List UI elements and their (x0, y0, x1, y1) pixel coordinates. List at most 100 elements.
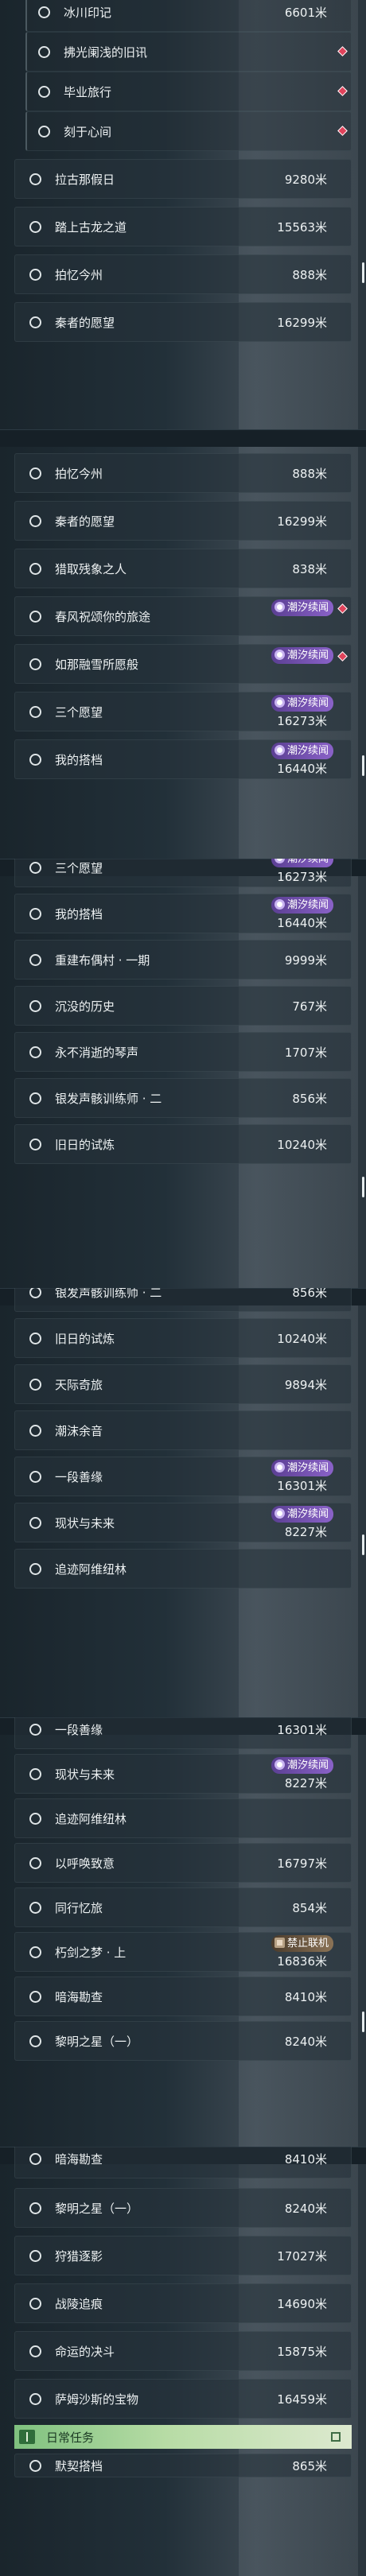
quest-row[interactable]: 旧日的试炼 10240米 (14, 1124, 352, 1164)
quest-status-ring-icon (29, 611, 41, 623)
quest-distance: 16440米 (277, 762, 327, 776)
quest-list-panel: 银发声骸训练师 · 二 856米旧日的试炼 10240米天际奇旅 9894米潮沫余音一… (0, 1288, 366, 1717)
event-badge: 潮汐续闻 (271, 1757, 333, 1774)
quest-distance: 16440米 (277, 916, 327, 930)
quest-row[interactable]: 黎明之星（一） 8240米 (14, 2188, 352, 2228)
quest-status-ring-icon (29, 1092, 41, 1104)
quest-row[interactable]: 天际奇旅 9894米 (14, 1364, 352, 1404)
quest-title: 狩猎逐影 (55, 2249, 103, 2264)
quest-row[interactable]: 现状与未来 8227米 潮汐续闻 (14, 1503, 352, 1542)
quest-row[interactable]: 暗海勘查 8410米 (14, 2147, 352, 2178)
quest-status-ring-icon (29, 2250, 41, 2262)
quest-status-ring-icon (29, 2153, 41, 2165)
quest-distance: 10240米 (277, 1332, 327, 1346)
quest-list-panel: 冰川印记 6601米 拂光阑浅的旧讯 毕业旅行 刻于心间 拉古那假日 9280米 踏上古龙之道… (0, 0, 366, 429)
quest-row[interactable]: 踏上古龙之道 15563米 (14, 207, 352, 246)
quest-distance: 16836米 (277, 1954, 327, 1969)
quest-status-ring-icon (29, 1046, 41, 1058)
scrollbar-thumb[interactable] (362, 262, 364, 283)
quest-title: 拉古那假日 (55, 173, 115, 187)
quest-title: 以呼唤致意 (55, 1856, 115, 1871)
quest-status-ring-icon (29, 1000, 41, 1012)
event-icon (274, 1759, 285, 1770)
quest-row[interactable]: 秦者的愿望 16299米 (14, 501, 352, 541)
quest-status-ring-icon (29, 658, 41, 670)
quest-status-ring-icon (29, 1425, 41, 1437)
quest-row[interactable]: 春风祝颂你的旅途 潮汐续闻 (14, 596, 352, 636)
scrollbar-thumb[interactable] (362, 1177, 364, 1197)
quest-row[interactable]: 追迹阿维纽林 (14, 1798, 352, 1838)
quest-row[interactable]: 暗海勘查 8410米 (14, 1977, 352, 2016)
quest-row[interactable]: 以呼唤致意 16797米 (14, 1843, 352, 1883)
quest-row[interactable]: 追迹阿维纽林 (14, 1549, 352, 1589)
quest-title: 天际奇旅 (55, 1378, 103, 1392)
quest-distance: 16299米 (277, 514, 327, 529)
quest-row[interactable]: 三个愿望 16273米 潮汐续闻 (14, 859, 352, 887)
quest-row[interactable]: 如那融雪所愿般 潮汐续闻 (14, 644, 352, 684)
quest-row[interactable]: 银发声骸训练师 · 二 856米 (14, 1078, 352, 1118)
quest-title: 踏上古龙之道 (55, 220, 127, 235)
quest-status-ring-icon (29, 1563, 41, 1575)
quest-distance: 767米 (292, 999, 327, 1014)
quest-row[interactable]: 一段善缘 16301米 潮汐续闻 (14, 1457, 352, 1496)
new-marker-icon (337, 86, 348, 96)
scrollbar-thumb[interactable] (362, 2012, 364, 2032)
quest-status-ring-icon (29, 1946, 41, 1958)
daily-quests-label: 日常任务 (46, 2431, 95, 2445)
event-badge: 潮汐续闻 (271, 897, 333, 914)
quest-row[interactable]: 同行忆旅 854米 (14, 1887, 352, 1927)
collapse-toggle-icon[interactable] (331, 2432, 341, 2442)
quest-status-ring-icon (38, 46, 50, 58)
quest-row[interactable]: 旧日的试炼 10240米 (14, 1318, 352, 1358)
quest-row[interactable]: 我的搭档 16440米 潮汐续闻 (14, 739, 352, 779)
quest-row[interactable]: 毕业旅行 (25, 72, 352, 111)
quest-status-ring-icon (29, 1139, 41, 1150)
quest-row[interactable]: 拍忆今州 888米 (14, 254, 352, 294)
quest-status-ring-icon (29, 1813, 41, 1825)
quest-row[interactable]: 萨姆沙斯的宝物 16459米 (14, 2379, 352, 2419)
quest-status-ring-icon (29, 1857, 41, 1869)
quest-status-ring-icon (29, 2460, 41, 2472)
quest-distance: 1707米 (284, 1046, 327, 1060)
quest-row[interactable]: 现状与未来 8227米 潮汐续闻 (14, 1754, 352, 1794)
quest-row[interactable]: 刻于心间 (25, 111, 352, 151)
quest-title: 秦者的愿望 (55, 514, 115, 529)
quest-row[interactable]: 战陵追痕 14690米 (14, 2283, 352, 2323)
quest-row[interactable]: 拉古那假日 9280米 (14, 159, 352, 199)
quest-row[interactable]: 猎取残象之人 838米 (14, 549, 352, 588)
quest-row[interactable]: 冰川印记 6601米 (25, 0, 352, 32)
quest-list-panel: 拍忆今州 888米秦者的愿望 16299米猎取残象之人 838米春风祝颂你的旅途 潮汐续… (0, 429, 366, 859)
quest-distance: 8240米 (284, 2035, 327, 2049)
new-marker-icon (337, 603, 348, 614)
badge-label: 潮汐续闻 (286, 650, 329, 661)
daily-quests-header[interactable]: 日常任务 (14, 2425, 352, 2449)
scrollbar-thumb[interactable] (362, 1534, 364, 1555)
quest-row[interactable]: 狩猎逐影 17027米 (14, 2236, 352, 2275)
quest-distance: 9894米 (284, 1378, 327, 1392)
quest-title: 猎取残象之人 (55, 562, 127, 576)
quest-row[interactable]: 命运的决斗 15875米 (14, 2331, 352, 2371)
quest-row[interactable]: 默契搭档 865米 (14, 2454, 352, 2477)
quest-status-ring-icon (38, 86, 50, 98)
quest-row[interactable]: 我的搭档 16440米 潮汐续闻 (14, 894, 352, 933)
event-icon (274, 697, 285, 708)
quest-distance: 838米 (292, 562, 327, 576)
quest-row[interactable]: 一段善缘 16301米 (14, 1717, 352, 1749)
quest-row[interactable]: 朽剑之梦 · 上 16836米 禁止联机 (14, 1932, 352, 1972)
quest-row[interactable]: 银发声骸训练师 · 二 856米 (14, 1288, 352, 1312)
quest-distance: 865米 (292, 2459, 327, 2473)
no-coop-badge: 禁止联机 (271, 1935, 333, 1952)
quest-row[interactable]: 永不消逝的琴声 1707米 (14, 1032, 352, 1072)
quest-row[interactable]: 重建布偶村 · 一期 9999米 (14, 940, 352, 980)
quest-row[interactable]: 潮沫余音 (14, 1410, 352, 1450)
quest-row[interactable]: 拂光阑浅的旧讯 (25, 32, 352, 72)
quest-row[interactable]: 沉没的历史 767米 (14, 986, 352, 1026)
quest-row[interactable]: 秦者的愿望 16299米 (14, 302, 352, 342)
quest-distance: 15563米 (277, 220, 327, 235)
quest-status-ring-icon (29, 862, 41, 874)
scrollbar-thumb[interactable] (362, 755, 364, 776)
quest-row[interactable]: 三个愿望 16273米 潮汐续闻 (14, 692, 352, 731)
quest-row[interactable]: 黎明之星（一） 8240米 (14, 2021, 352, 2061)
quest-row[interactable]: 拍忆今州 888米 (14, 453, 352, 493)
quest-title: 潮沫余音 (55, 1424, 103, 1438)
